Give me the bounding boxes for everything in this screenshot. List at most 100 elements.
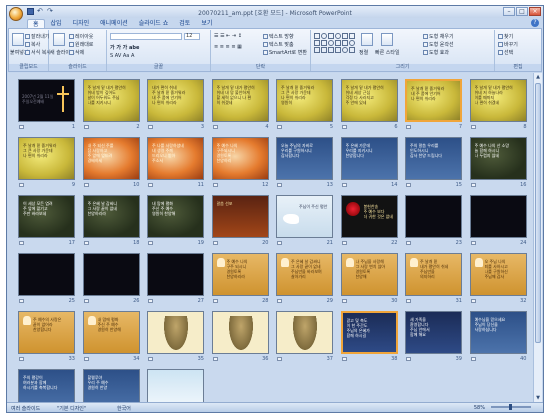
slide-thumbnail[interactable]: 주 예수 나의 구주 되시니 영원토록 찬양하리라 — [211, 253, 269, 296]
slide-transition-icon — [19, 241, 24, 245]
smartart-button[interactable]: SmartArt로 변환 — [263, 49, 307, 56]
slide-thumbnail[interactable]: 봉헌찬송 주 예수 보다 더 귀한 것은 없네 — [340, 195, 398, 238]
font-name-combo[interactable] — [110, 33, 182, 40]
text-direction-button[interactable]: 텍스트 방향 — [263, 33, 294, 40]
bold-button[interactable]: 가 가 가 abe — [110, 44, 139, 51]
delete-button[interactable]: 삭제 — [69, 49, 84, 56]
zoom-level[interactable]: 58% — [474, 405, 485, 411]
slide-thumbnail[interactable]: 광고 및 축도 이 한 주간도 주님의 은혜가 함께 하시길 — [340, 311, 398, 354]
slide-thumbnail[interactable]: 내 주 되신 주를 참 사랑하고 주 앞에 엎드려 경배하세 — [82, 137, 140, 180]
close-button[interactable]: × — [529, 7, 541, 16]
slide-thumbnail[interactable]: 이 세상 모든 염려 주 앞에 맡기고 주만 바라보네 — [18, 195, 75, 238]
scroll-down-icon[interactable]: ▼ — [535, 395, 541, 402]
scroll-up-icon[interactable]: ▲ — [535, 74, 541, 81]
paste-icon[interactable] — [12, 33, 24, 46]
slide-thumbnail[interactable]: 나 주님을 사랑해 그 사랑 변치 않아 영원토록 찬양해 — [340, 253, 398, 296]
slide-thumbnail[interactable] — [276, 311, 333, 354]
slide-sorter[interactable]: ▲ ▼ 2007년 2월 11일 주일오전예배 1 주 날개 밑 내가 평안히 쉬네… — [8, 73, 542, 403]
slide-number: 6 — [394, 124, 398, 130]
slide-thumbnail[interactable] — [82, 253, 140, 296]
slide-thumbnail[interactable] — [147, 311, 204, 354]
slide-thumbnail[interactable]: 주 은혜 날 감싸니 그 사랑 끝이 없네 찬양하리라 — [82, 195, 140, 238]
title-bar: ↶ ↷ 20070211_am.ppt [호환 모드] - Microsoft … — [7, 6, 543, 21]
slide-transition-icon — [470, 357, 476, 361]
slide-thumbnail[interactable] — [405, 195, 462, 238]
slide-thumbnail[interactable]: 주 날개 밑 즐거워라 그 큰 사랑 가운데 나 편히 쉬리라 영원히 — [276, 79, 333, 122]
select-button[interactable]: 선택 — [498, 49, 513, 56]
slide-thumbnail[interactable] — [469, 195, 527, 238]
slide-thumbnail[interactable] — [147, 369, 204, 403]
zoom-slider[interactable] — [491, 404, 531, 410]
slide-thumbnail[interactable]: 주 날개 밑 내가 평안히 쉬네 주님만을 의지하리 — [405, 253, 462, 296]
slide-thumbnail[interactable]: 주 날개 밑 즐거워라 그 큰 사랑 가운데 나 편히 쉬리라 — [18, 137, 75, 180]
slide-thumbnail[interactable]: 내가 편히 쉬네 주 날개 밑 즐거워라 내 주 품에 안기어 나 편히 쉬리라 — [147, 79, 204, 122]
slide-thumbnail[interactable]: 말씀 선포 — [211, 195, 269, 238]
slide-thumbnail[interactable]: 주 은혜 날 감싸니 그 사랑 끝이 없네 주님만을 바라보며 살아가리 — [276, 253, 333, 296]
new-slide-icon[interactable] — [53, 33, 65, 46]
slide-thumbnail[interactable]: 주 날개 밑 내가 평안히 쉬네 밤이 깊어도 날이 어두워도 주님 나를 지키… — [82, 79, 140, 122]
status-view: 여러 슬라이드 — [11, 406, 41, 412]
font-color-button[interactable]: S AV Aa A — [110, 53, 134, 59]
vertical-scrollbar[interactable]: ▲ ▼ — [533, 73, 542, 403]
find-button[interactable]: 찾기 — [498, 33, 513, 40]
shapes-gallery[interactable] — [314, 33, 355, 53]
shape-fill-button[interactable]: 도형 채우기 — [423, 33, 454, 40]
office-button-icon[interactable] — [9, 7, 23, 21]
scroll-thumb[interactable] — [535, 83, 541, 343]
quick-styles-icon[interactable] — [381, 33, 393, 46]
slide-thumbnail[interactable]: 주 날개 밑 즐거워라 내 주 품에 안기어 나 편히 쉬리라 — [405, 79, 462, 122]
cut-button[interactable]: 잘라내기 — [25, 33, 49, 40]
slide-thumbnail[interactable]: 내 맘에 평화 주신 주 예수 영원히 찬양해 — [82, 311, 140, 354]
slide-thumbnail[interactable]: 주 예수의 사랑은 끝이 없어라 찬양합니다 — [18, 311, 75, 354]
scissors-icon — [25, 34, 30, 39]
slide-thumbnail[interactable]: 주 날개 밑 내가 평안히 쉬네 내 맘 불안하게 할 세력 없으니 나 편 히… — [211, 79, 269, 122]
slide-thumbnail[interactable]: 새 가족을 환영합니다 주님 안에서 함께 해요 — [405, 311, 462, 354]
slide-text: 할렐루야 우리 주 예수 영원히 찬양 — [87, 375, 109, 390]
arrange-button[interactable]: 정렬 — [359, 49, 368, 56]
slide-thumbnail[interactable]: 할렐루야 우리 주 예수 영원히 찬양 — [82, 369, 140, 403]
slide-number: 9 — [71, 182, 75, 188]
slide-thumbnail[interactable] — [18, 253, 75, 296]
bullets-button[interactable]: ☰ ☰ ⇤ ⇥ ↕ — [214, 33, 242, 39]
align-text-button[interactable]: 텍스트 맞춤 — [263, 41, 294, 48]
quick-styles-button[interactable]: 빠른 스타일 — [375, 49, 400, 56]
slide-thumbnail[interactable]: 주의 말씀 우리를 인도하시니 감사 찬양 드립니다 — [405, 137, 462, 180]
slide-thumbnail[interactable]: 내 맘에 평화 주신 주 예수 영원히 찬양해 — [147, 195, 204, 238]
slide-thumbnail[interactable] — [147, 253, 204, 296]
help-icon[interactable]: ? — [531, 19, 539, 27]
hand-icon — [474, 258, 483, 267]
layout-button[interactable]: 레이아웃 — [69, 33, 93, 40]
zoom-slider-knob[interactable] — [509, 404, 512, 410]
shape-effects-button[interactable]: 도형 효과 — [423, 49, 449, 56]
arrange-icon[interactable] — [361, 33, 373, 46]
align-buttons[interactable]: ≡ ≡ ≡ ≡ ▦ — [214, 44, 242, 50]
slide-transition-icon — [148, 183, 153, 187]
maximize-button[interactable]: □ — [516, 7, 528, 16]
slide-thumbnail[interactable]: 주 예수 나의 산 소망 늘 함께 하시니 나 두렵지 않네 — [469, 137, 527, 180]
slide-thumbnail[interactable]: 주 나를 사랑하셨네 내 생명 주께 드리오니 받아 주소서 — [147, 137, 204, 180]
replace-button[interactable]: 바꾸기 — [498, 41, 518, 48]
slide-thumbnail[interactable]: 오 주님 나의 죄를 사하시고 나를 구원하신 주님께 감사 — [469, 253, 527, 296]
slide-thumbnail[interactable]: 2007년 2월 11일 주일오전예배 — [18, 79, 75, 122]
copy-button[interactable]: 복사 — [25, 41, 40, 48]
slide-number: 28 — [262, 298, 269, 304]
slide-transition-icon — [277, 183, 282, 187]
slide-number: 17 — [68, 240, 75, 246]
slide-thumbnail[interactable]: 주 은혜 가운데 우리를 지키시니 찬양합니다 — [340, 137, 398, 180]
slide-thumbnail[interactable]: 주님이 주신 평안 — [276, 195, 333, 238]
slide-transition-icon — [212, 183, 218, 187]
slide-thumbnail[interactable]: 주 날개 밑 내가 평안히 쉬네 세상 근심 걱정 다 사라지고 주 안에 있네 — [340, 79, 398, 122]
minimize-button[interactable]: – — [503, 7, 515, 16]
slide-thumbnail[interactable]: 주 예수 나의 구주되시니 영원토록 찬양하리 — [211, 137, 269, 180]
slide-thumbnail[interactable]: 오늘 주님의 자비로 우리를 구원하시니 감사합니다 — [276, 137, 333, 180]
shape-outline-button[interactable]: 도형 윤곽선 — [423, 41, 454, 48]
slide-number: 1 — [71, 124, 75, 130]
font-size-combo[interactable]: 12 — [184, 33, 200, 40]
format-painter-button[interactable]: 서식 복사 — [25, 49, 51, 56]
slide-transition-icon — [83, 183, 89, 187]
reset-button[interactable]: 원래대로 — [69, 41, 93, 48]
slide-thumbnail[interactable]: 예수님을 믿으세요 주님이 당신을 사랑하십니다 — [469, 311, 527, 354]
slide-thumbnail[interactable]: 주 날개 밑 내가 평안히 쉬네 저 하늘나라 이를 때까지 나 편히 쉬겠네 — [469, 79, 527, 122]
slide-thumbnail[interactable]: 주의 평강이 여러분과 함께 하시기를 축복합니다 — [18, 369, 75, 403]
slide-thumbnail[interactable] — [211, 311, 269, 354]
